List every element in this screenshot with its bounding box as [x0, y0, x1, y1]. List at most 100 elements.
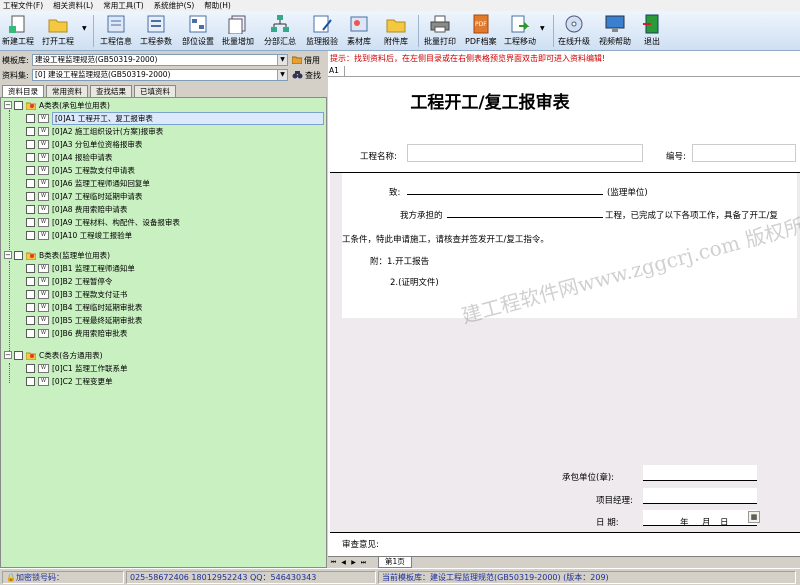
word-doc-icon: W — [38, 289, 49, 299]
catalog-tree: − A类表(承包单位用表) W [0]A1 工程开工、复工报审表 W [0]A2 施… — [0, 97, 327, 568]
tree-item[interactable]: W [0]A1 工程开工、复工报审表 — [26, 111, 324, 125]
date-label: 日 期: — [596, 518, 619, 528]
last-sheet-icon[interactable]: ⏭ — [359, 558, 368, 567]
tree-item[interactable]: W [0]B3 工程款支付证书 — [26, 288, 127, 300]
lock-number: 🔒加密锁号码： — [2, 570, 124, 584]
tree-item[interactable]: W [0]A7 工程临时延期申请表 — [26, 190, 142, 202]
project-info-button[interactable]: 工程信息 — [100, 13, 132, 49]
material-lib-button[interactable]: 素材库 — [347, 13, 371, 49]
batch-print-button[interactable]: 批量打印 — [424, 13, 456, 49]
next-sheet-icon[interactable]: ▶ — [349, 558, 358, 567]
pdf-archive-button[interactable]: PDF PDF档案 — [465, 13, 497, 49]
online-upgrade-button[interactable]: 在线升级 — [558, 13, 590, 49]
borrow-button[interactable]: 借用 — [291, 55, 320, 66]
tree-item[interactable]: W [0]B5 工程最终延期审批表 — [26, 314, 142, 326]
tree-item[interactable]: W [0]B1 监理工程师通知单 — [26, 262, 135, 274]
tree-item[interactable]: W [0]A4 报验申请表 — [26, 151, 112, 163]
manager-field[interactable] — [643, 488, 757, 504]
prev-sheet-icon[interactable]: ◀ — [339, 558, 348, 567]
current-template: 当前模板库：建设工程监理规范(GB50319-2000) (版本：209) — [378, 570, 796, 584]
folder-icon — [25, 251, 37, 260]
move-arrow-icon — [508, 13, 532, 35]
section-summary-button[interactable]: 分部汇总 — [264, 13, 296, 49]
tree-item[interactable]: W [0]A3 分包单位资格报审表 — [26, 138, 142, 150]
tree-item[interactable]: W [0]A5 工程款支付申请表 — [26, 164, 135, 176]
project-field[interactable] — [447, 202, 603, 218]
word-doc-icon: W — [38, 178, 49, 188]
status-bar: 🔒加密锁号码： 025-58672406 18012952243 QQ：5464… — [0, 568, 800, 585]
sheet-tab-1[interactable]: 第1页 — [378, 557, 412, 568]
form-preview[interactable]: 工程开工/复工报审表 工程名称: 编号: 致: (监理单位) 我方承担的 工程，… — [330, 78, 800, 552]
contractor-field[interactable] — [643, 465, 757, 481]
cell-reference-bar: A1 — [328, 66, 800, 77]
tree-item[interactable]: W [0]B6 费用索赔审批表 — [26, 327, 127, 339]
toolbar-separator — [553, 15, 554, 47]
exit-button[interactable]: 退出 — [640, 13, 664, 49]
project-params-button[interactable]: 工程参数 — [140, 13, 172, 49]
tree-item[interactable]: W [0]B2 工程暂停令 — [26, 275, 112, 287]
word-doc-icon: W — [38, 263, 49, 273]
tree-group-b[interactable]: − B类表(监理单位用表) — [4, 249, 110, 261]
project-move-button[interactable]: 工程移动 — [504, 13, 536, 49]
group-b-checkbox[interactable] — [14, 250, 23, 260]
menu-file[interactable]: 工程文件(F) — [3, 0, 43, 11]
menu-related[interactable]: 相关资料(L) — [53, 0, 93, 11]
batch-add-button[interactable]: 批量增加 — [222, 13, 254, 49]
word-doc-icon: W — [38, 152, 49, 162]
attachment-lib-button[interactable]: 附件库 — [384, 13, 408, 49]
monitor-icon — [603, 13, 627, 35]
tree-item[interactable]: W [0]A6 监理工程师通知回复单 — [26, 177, 150, 189]
date-field[interactable] — [643, 510, 757, 526]
first-sheet-icon[interactable]: ⏮ — [329, 558, 338, 567]
tab-catalog[interactable]: 资料目录 — [2, 85, 44, 97]
tab-common[interactable]: 常用资料 — [46, 85, 88, 97]
search-button[interactable]: 查找 — [292, 70, 321, 81]
word-doc-icon: W — [38, 363, 49, 373]
folder-icon — [25, 351, 37, 360]
form-title: 工程开工/复工报审表 — [410, 93, 570, 113]
menu-help[interactable]: 帮助(H) — [204, 0, 231, 11]
tab-filled[interactable]: 已填资料 — [134, 85, 176, 97]
dept-settings-button[interactable]: 部位设置 — [182, 13, 214, 49]
group-a-checkbox[interactable] — [14, 100, 23, 110]
supervisor-unit-field[interactable] — [407, 179, 603, 195]
contractor-label: 承包单位(章): — [562, 473, 614, 483]
collapse-icon[interactable]: − — [4, 251, 12, 259]
calendar-icon[interactable]: ▦ — [748, 511, 760, 523]
group-c-checkbox[interactable] — [14, 350, 23, 360]
template-select[interactable]: 建设工程监理规范(GB50319-2000) ▼ — [32, 54, 288, 66]
tree-item[interactable]: W [0]A10 工程竣工报验单 — [26, 229, 132, 241]
tree-item[interactable]: W [0]A8 费用索赔申请表 — [26, 203, 127, 215]
number-label: 编号: — [666, 152, 686, 162]
tree-item[interactable]: W [0]A9 工程材料、构配件、设备报审表 — [26, 216, 180, 228]
dataset-select[interactable]: [0] 建设工程监理规范(GB50319-2000) ▼ — [32, 69, 288, 81]
open-project-button[interactable]: 打开工程 — [42, 13, 74, 49]
tree-group-a[interactable]: − A类表(承包单位用表) — [4, 99, 110, 111]
supervisor-unit-label: (监理单位) — [607, 188, 648, 198]
tab-search-results[interactable]: 查找结果 — [90, 85, 132, 97]
supervision-log-button[interactable]: 监理报验 — [306, 13, 338, 49]
line2-text: 工条件，特此申请施工，请核查并签发开工/复工指令。 — [342, 235, 549, 245]
chevron-down-icon[interactable]: ▼ — [277, 55, 287, 65]
word-doc-icon: W — [38, 230, 49, 240]
menu-system[interactable]: 系统维护(S) — [154, 0, 195, 11]
project-name-field[interactable] — [407, 144, 643, 162]
project-name-label: 工程名称: — [360, 152, 397, 162]
line1-prefix: 我方承担的 — [400, 211, 443, 221]
number-field[interactable] — [692, 144, 796, 162]
open-folder-icon — [46, 13, 70, 35]
tree-item[interactable]: W [0]B4 工程临时延期审批表 — [26, 301, 142, 313]
collapse-icon[interactable]: − — [4, 351, 12, 359]
chevron-down-icon[interactable]: ▼ — [277, 70, 287, 80]
new-project-button[interactable]: 新建工程 — [2, 13, 34, 49]
to-label: 致: — [389, 188, 401, 198]
video-help-button[interactable]: 视频帮助 — [599, 13, 631, 49]
tree-item[interactable]: W [0]C2 工程变更单 — [26, 375, 113, 387]
tree-item[interactable]: W [0]A2 施工组织设计(方案)报审表 — [26, 125, 163, 137]
tree-item[interactable]: W [0]C1 监理工作联系单 — [26, 362, 128, 374]
collapse-icon[interactable]: − — [4, 101, 12, 109]
menu-tools[interactable]: 常用工具(T) — [103, 0, 143, 11]
tree-structure-icon — [268, 13, 292, 35]
contact-info: 025-58672406 18012952243 QQ：546430343 — [126, 570, 376, 584]
tree-group-c[interactable]: − C类表(各方通用表) — [4, 349, 103, 361]
